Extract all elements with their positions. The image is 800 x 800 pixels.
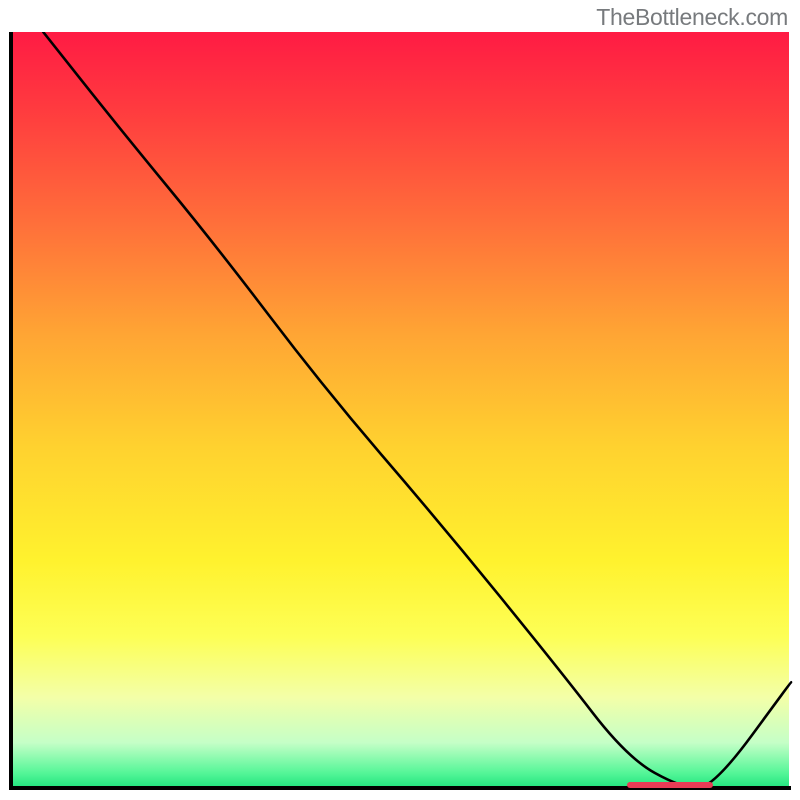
attribution-text: TheBottleneck.com xyxy=(596,4,788,31)
highlight-marker xyxy=(627,782,713,788)
chart-container: TheBottleneck.com xyxy=(0,0,800,800)
plot-area xyxy=(7,32,793,792)
curve-path xyxy=(43,32,791,788)
line-series xyxy=(7,32,793,792)
